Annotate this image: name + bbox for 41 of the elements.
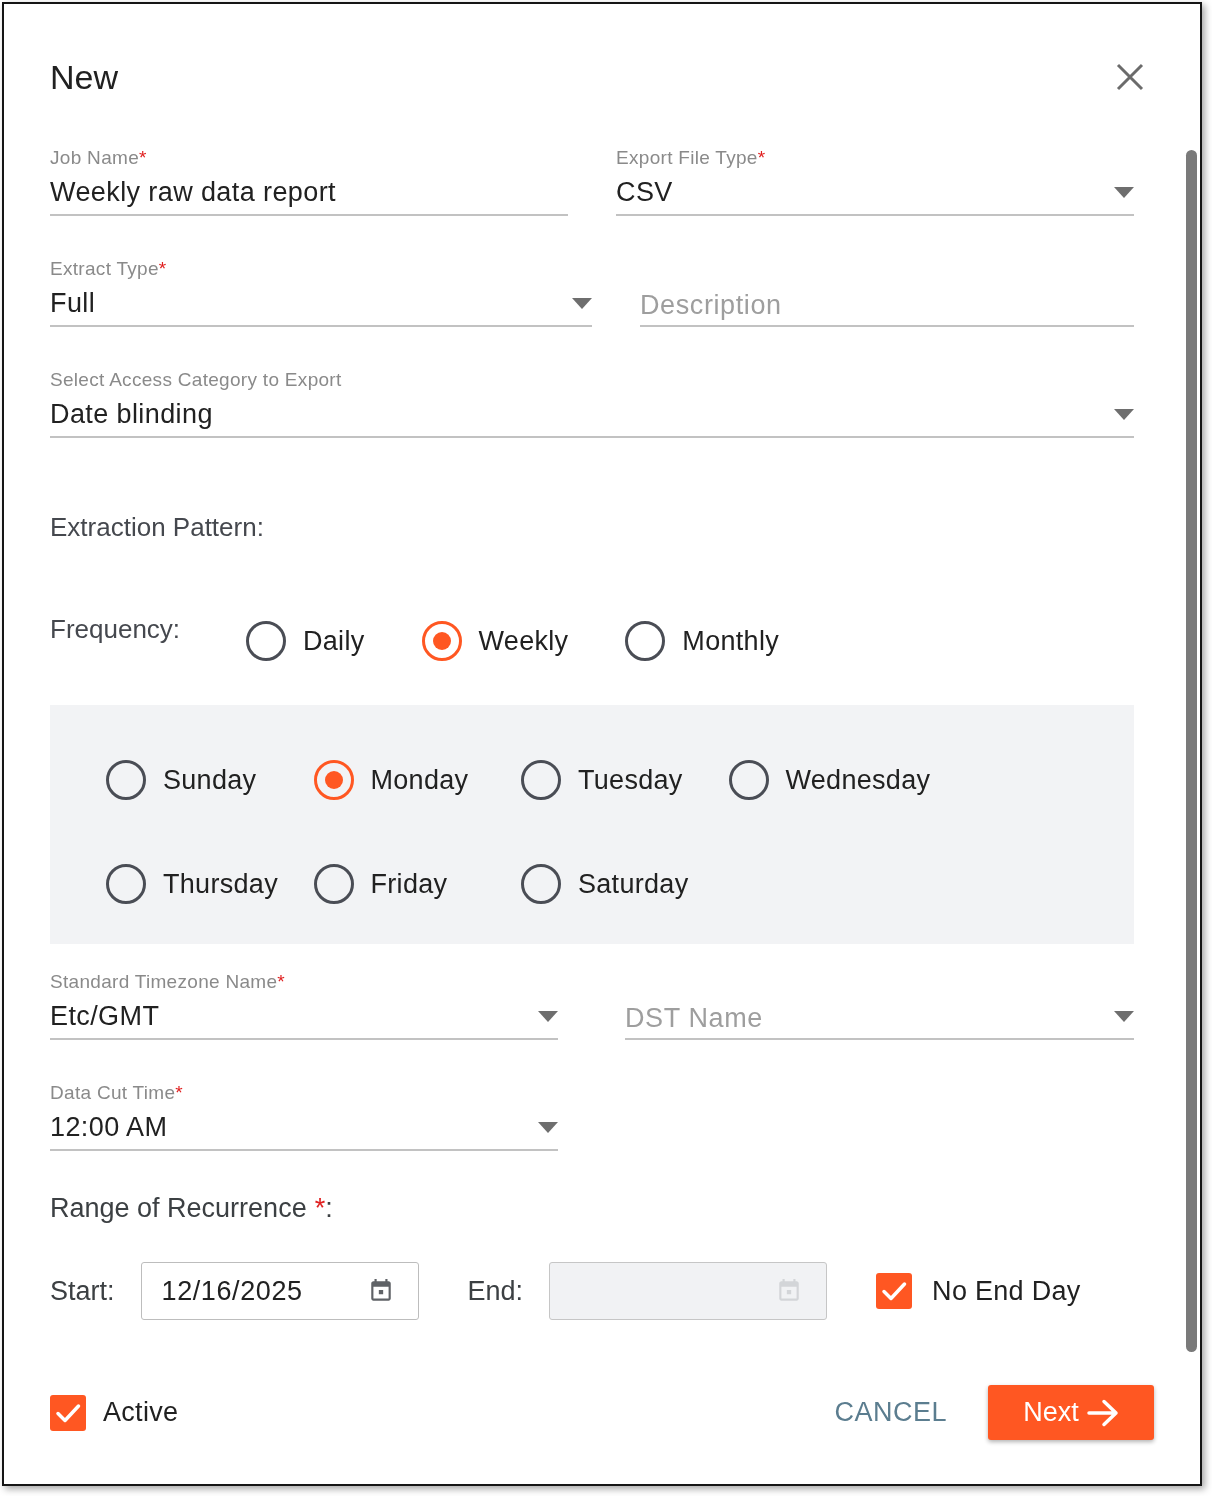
section-title: Range of Recurrence *:: [50, 1192, 334, 1225]
radio-option[interactable]: Saturday: [521, 864, 689, 904]
checkbox-option[interactable]: No End Day: [876, 1271, 1081, 1311]
radio-option[interactable]: Tuesday: [521, 760, 683, 800]
caret-icon: [1114, 408, 1134, 420]
text-field[interactable]: Job Name* Weekly raw data report: [50, 147, 568, 216]
radio-option[interactable]: Wednesday: [728, 760, 931, 800]
caret-icon: [1114, 1010, 1134, 1022]
dialog-title: New: [50, 57, 119, 97]
radio-option[interactable]: Monthly: [625, 621, 779, 661]
dropdown-field[interactable]: Extract Type* Full: [50, 258, 592, 327]
radio-option[interactable]: Sunday: [106, 760, 257, 800]
close-icon[interactable]: [1116, 63, 1144, 91]
cancel-button[interactable]: CANCEL: [818, 1385, 963, 1440]
field-label: Job Name*: [50, 147, 147, 169]
field-label: Select Access Category to Export: [50, 369, 342, 391]
frequency-label: Frequency:: [50, 613, 182, 645]
caret-icon: [1114, 186, 1134, 198]
field-label: End:: [467, 1275, 524, 1307]
field-label: Start:: [50, 1275, 115, 1307]
dropdown-field[interactable]: Standard Timezone Name* Etc/GMT: [50, 971, 558, 1040]
radio-option[interactable]: Daily: [246, 621, 365, 661]
checkbox-option[interactable]: Active: [50, 1392, 179, 1433]
radio-option[interactable]: Weekly: [421, 621, 569, 661]
section-title: Extraction Pattern:: [50, 511, 265, 543]
field-label: Data Cut Time*: [50, 1082, 184, 1104]
radio-option[interactable]: Thursday: [106, 864, 278, 904]
radio-option[interactable]: Monday: [313, 760, 469, 800]
date-field[interactable]: 12/16/2025: [140, 1262, 419, 1320]
field-label: Extract Type*: [50, 258, 167, 280]
dropdown-field[interactable]: Select Access Category to Export Date blinding: [50, 369, 1134, 438]
field-label: Standard Timezone Name*: [50, 971, 286, 993]
caret-icon: [572, 297, 592, 309]
arrow-right-icon: [1086, 1398, 1119, 1427]
caret-icon: [538, 1121, 558, 1133]
field-label: Export File Type*: [616, 147, 766, 169]
caret-icon: [538, 1010, 558, 1022]
radio-option[interactable]: Friday: [313, 864, 448, 904]
dropdown-field[interactable]: Data Cut Time* 12:00 AM: [50, 1082, 558, 1151]
scrollbar-thumb[interactable]: [1186, 150, 1197, 1352]
dropdown-field[interactable]: Export File Type* CSV: [616, 147, 1134, 216]
